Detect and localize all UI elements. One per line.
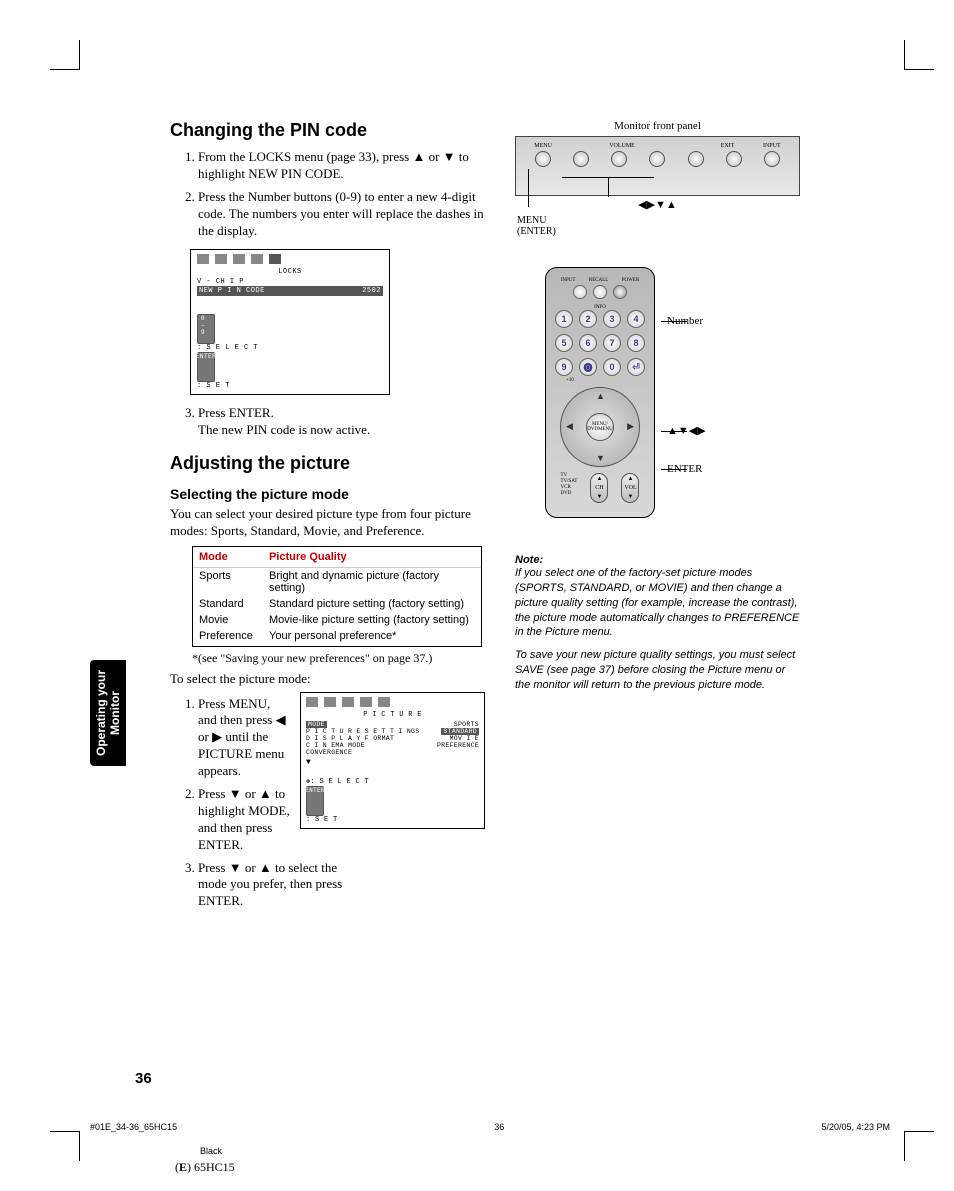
step: From the LOCKS menu (page 33), press ▲ o… (198, 149, 485, 183)
panel-label: Monitor front panel (515, 120, 800, 132)
step: Press ENTER. The new PIN code is now act… (198, 405, 485, 439)
label-number: Number (667, 315, 703, 327)
label-arrows: ▲▼◀▶ (667, 425, 706, 437)
page-number: 36 (135, 1070, 152, 1087)
remote-figure: INPUTRECALLPOWER INFO 123 456 789 ⓿0⏎ +1… (515, 267, 800, 518)
color-plate: Black (200, 1146, 222, 1156)
picture-mode-table: ModePicture Quality SportsBright and dyn… (192, 546, 482, 647)
pin-steps: From the LOCKS menu (page 33), press ▲ o… (170, 149, 485, 239)
step: Press the Number buttons (0-9) to enter … (198, 189, 485, 240)
osd-locks: LOCKS V - CH I P NEW P I N CODE2502 0 – … (190, 249, 390, 395)
heading-picture: Adjusting the picture (170, 453, 485, 474)
arrows-label: ◀▶▼▲ (515, 198, 800, 211)
step: Press ▼ or ▲ to select the mode you pref… (198, 860, 348, 911)
heading-pin: Changing the PIN code (170, 120, 485, 141)
osd-picture: P I C T U R E MODESPORTS P I C T U R E S… (300, 692, 485, 829)
footnote: *(see "Saving your new preferences" on p… (192, 651, 485, 667)
mode-intro: You can select your desired picture type… (170, 506, 485, 540)
doc-id: (E) 65HC15 (175, 1160, 235, 1175)
imposition-footer: #01E_34-36_65HC15365/20/05, 4:23 PM (90, 1122, 890, 1132)
note-text: If you select one of the factory-set pic… (515, 566, 800, 640)
note-text: To save your new picture quality setting… (515, 648, 800, 693)
label-enter: ENTER (667, 463, 702, 475)
note-heading: Note: (515, 554, 800, 566)
monitor-panel-figure: MENUVOLUMEEXITINPUT (515, 136, 800, 196)
page-content: Changing the PIN code From the LOCKS men… (170, 120, 800, 916)
section-tab: Operating your Monitor (90, 660, 126, 766)
select-intro: To select the picture mode: (170, 671, 485, 688)
subheading-mode: Selecting the picture mode (170, 486, 485, 502)
note-block: Note: If you select one of the factory-s… (515, 554, 800, 693)
menu-enter-label: MENU (ENTER) (517, 215, 800, 237)
